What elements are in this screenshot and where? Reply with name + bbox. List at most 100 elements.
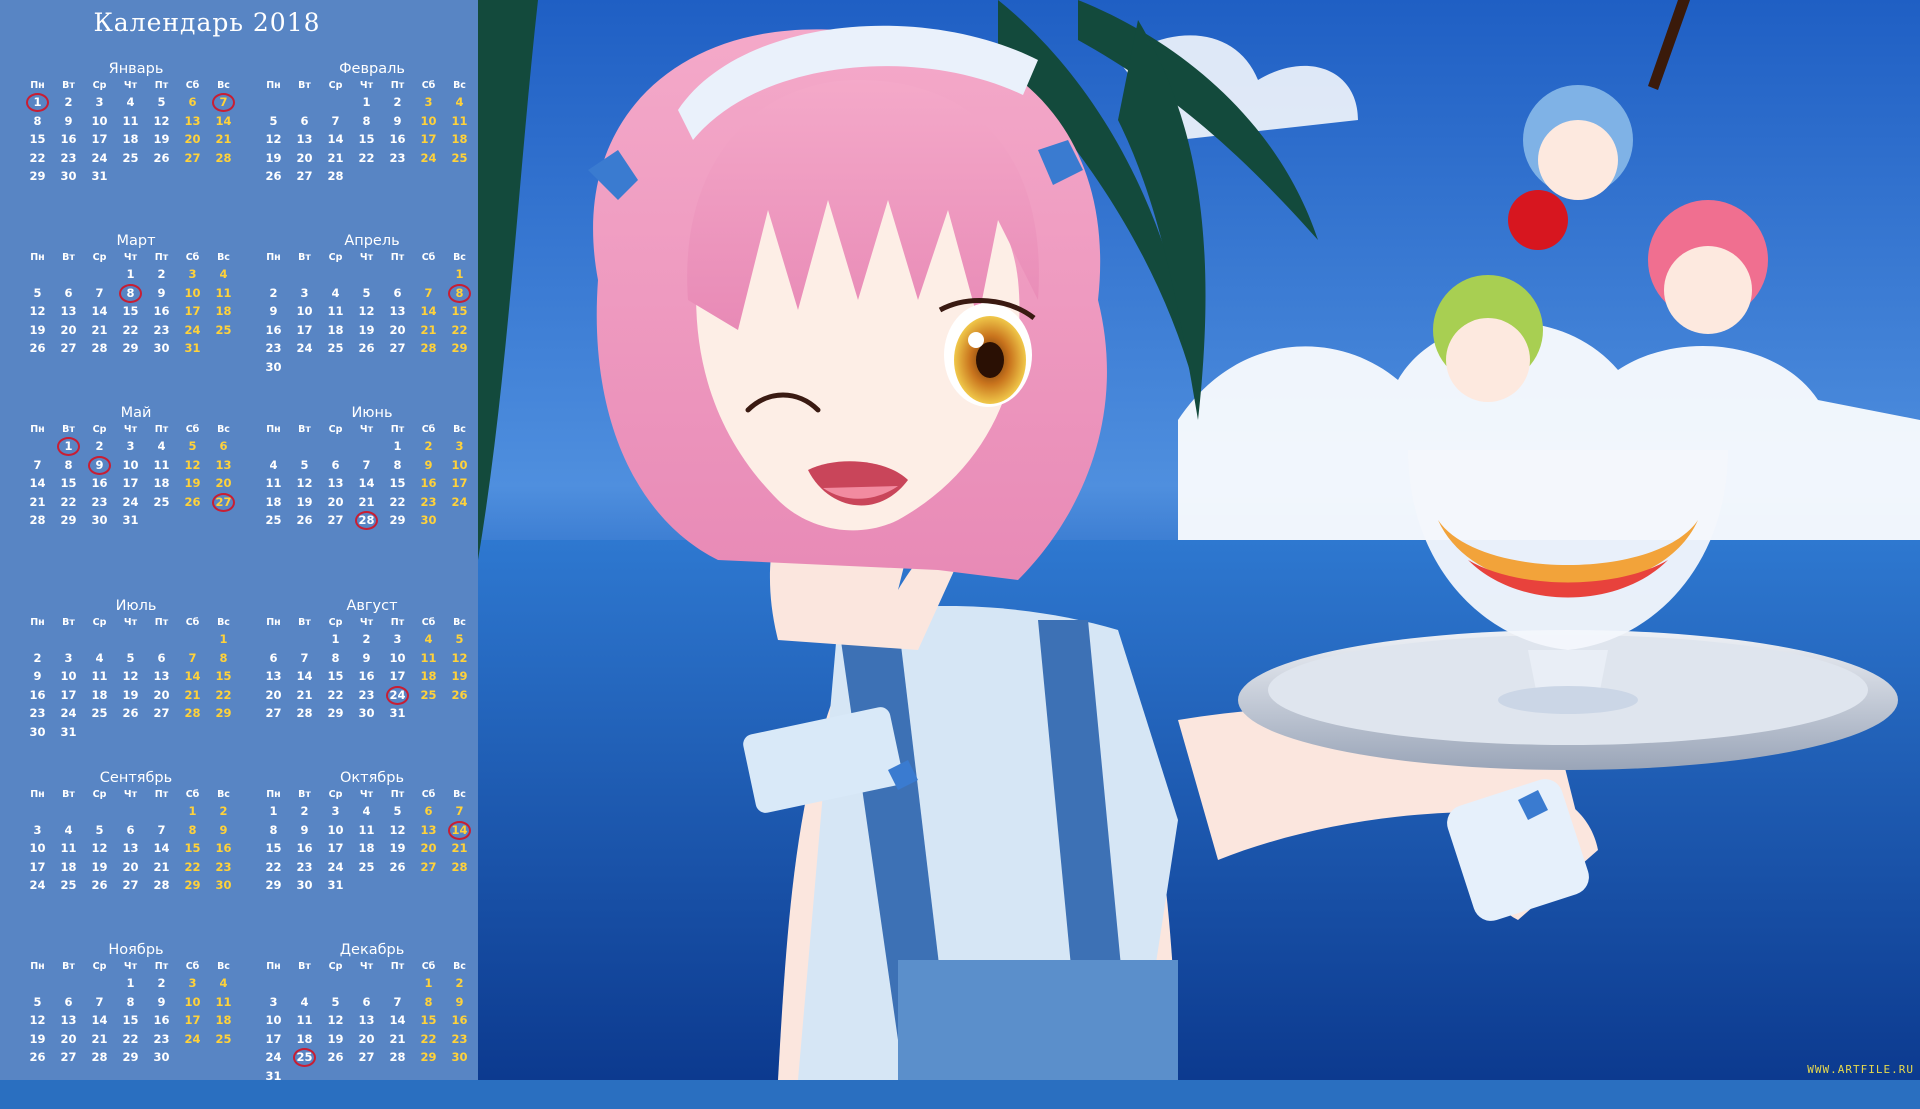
day-cell: 3 [269,994,278,1009]
weekday-label: Пн [266,961,281,972]
weekday-label: Сб [421,961,436,972]
weekday-label: Пн [266,80,281,91]
month-day-grid: Пн Вт Ср Чт Пт Сб Вс 1 2 3 4 5 6 7 8 9 10 11 12 13 14 15 16 17 1… [22,960,239,1067]
month-block: Сентябрь Пн Вт Ср Чт Пт Сб Вс 1 2 3 4 5 6 7 8 9 10 11 12 13 1… [22,769,244,937]
weekday-label: Вс [453,961,466,972]
day-cell: 30 [420,513,437,527]
day-cell: 30 [153,341,170,355]
day-cell: 18 [153,476,170,490]
weekday-label: Вс [217,424,230,435]
day-cell: 28 [184,706,201,720]
day-cell: 21 [327,150,344,165]
empty-cell [22,265,53,284]
day-cell: 30 [265,359,282,374]
day-cell: 15 [122,304,139,318]
day-cell: 29 [420,1050,437,1064]
day-cell: 1 [219,632,228,646]
weekday-label: Вт [62,961,75,972]
day-cell: 4 [219,976,228,990]
day-cell: 19 [29,322,46,337]
month-day-grid: Пн Вт Ср Чт Пт Сб Вс 1 2 3 4 5 6 7 8 9 10 11 12 13 14 15 16 17 1… [258,251,475,376]
day-cell: 9 [269,304,278,318]
day-cell: 2 [157,267,166,281]
month-day-grid: Пн Вт Ср Чт Пт Сб Вс 1 2 3 4 5 6 7 8 9 10 11 12 13 14 15 16 17 1… [258,788,475,895]
day-cell: 5 [157,95,166,109]
weekday-label: Пн [30,424,45,435]
month-block: Октябрь Пн Вт Ср Чт Пт Сб Вс 1 2 3 4 5 6 7 8 9 10 11 12 13 14… [258,769,480,937]
day-cell: 25 [91,706,108,720]
day-cell: 6 [424,804,433,818]
day-cell: 18 [122,132,139,146]
day-cell: 11 [296,1013,313,1027]
empty-cell [22,974,53,993]
day-cell: 18 [296,1031,313,1046]
day-cell: 14 [420,304,437,318]
day-cell: 15 [327,669,344,683]
day-cell: 14 [29,476,46,490]
day-cell: 19 [29,1031,46,1046]
empty-cell [84,802,115,821]
day-cell: 10 [184,285,201,300]
empty-cell [351,265,382,284]
day-cell: 22 [184,859,201,874]
weekday-label: Ср [92,789,107,800]
empty-cell [258,974,289,993]
day-cell: 27 [358,1050,375,1064]
day-cell: 23 [420,494,437,509]
day-cell: 12 [296,476,313,490]
empty-cell [177,630,208,649]
day-cell: 15 [215,669,232,683]
empty-cell [115,630,146,649]
day-cell: 21 [358,494,375,509]
day-cell: 14 [444,820,475,839]
weekday-label: Ср [92,617,107,628]
day-cell: 30 [153,1050,170,1064]
weekday-label: Вт [298,789,311,800]
day-cell: 21 [420,322,437,337]
day-cell: 18 [215,1013,232,1027]
day-cell: 3 [188,976,197,990]
day-cell: 26 [358,341,375,355]
day-cell: 22 [451,322,468,337]
weekday-label: Ср [92,424,107,435]
month-block: Июль Пн Вт Ср Чт Пт Сб Вс 1 2 3 4 5 6 7 8 9 10 11 12 13 14 15 1… [22,597,244,765]
day-cell: 1 [188,804,197,818]
day-cell: 29 [265,878,282,892]
weekday-label: Пн [30,252,45,263]
day-cell: 12 [451,650,468,665]
day-cell: 25 [420,687,437,702]
day-cell: 30 [358,706,375,720]
day-cell: 24 [91,150,108,165]
day-cell: 20 [60,322,77,337]
day-cell: 19 [358,322,375,337]
day-cell: 26 [265,169,282,183]
day-cell: 23 [265,341,282,355]
day-cell: 28 [29,513,46,527]
day-cell: 21 [153,859,170,874]
day-cell: 11 [122,113,139,128]
weekday-label: Сб [185,424,200,435]
day-cell: 27 [327,513,344,527]
day-cell: 8 [33,113,42,128]
day-cell: 3 [393,632,402,646]
weekday-label: Вс [217,789,230,800]
weekday-label: Чт [123,80,138,91]
day-cell: 13 [122,841,139,855]
weekday-label: Чт [123,252,138,263]
month-day-grid: Пн Вт Ср Чт Пт Сб Вс 1 2 3 4 5 6 7 8 9 10 11 12 13 14 15 16 17 1… [22,616,239,741]
day-cell: 16 [389,132,406,146]
illustration-svg [478,0,1920,1080]
day-cell: 28 [91,1050,108,1064]
day-cell: 12 [358,304,375,318]
day-cell: 28 [215,150,232,165]
day-cell: 28 [351,511,382,530]
weekday-label: Вт [62,617,75,628]
day-cell: 20 [358,1031,375,1046]
weekday-label: Ср [92,252,107,263]
day-cell: 20 [184,132,201,146]
day-cell: 9 [362,650,371,665]
weekday-label: Ср [328,617,343,628]
day-cell: 19 [389,841,406,855]
day-cell: 2 [269,285,278,300]
day-cell: 8 [444,283,475,302]
